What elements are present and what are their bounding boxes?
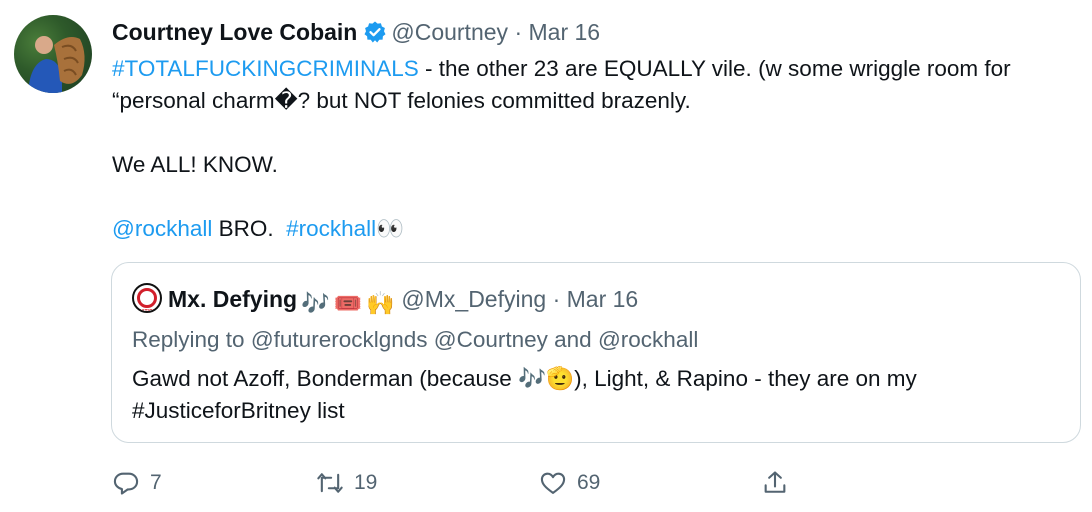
quoted-tweet-text: Gawd not Azoff, Bonderman (because 🎶🫡), … — [132, 363, 1062, 427]
quoted-date[interactable]: Mar 16 — [567, 286, 639, 312]
author-name[interactable]: Courtney Love Cobain — [112, 19, 357, 45]
quoted-text-part1: Gawd not Azoff, Bonderman (because — [132, 366, 519, 391]
quoted-tweet[interactable]: NATION Mx. Defying 🎶 🎟️ 🙌 @Mx_Defying · Mar … — [111, 262, 1081, 443]
dot-separator: · — [514, 19, 523, 45]
share-button[interactable] — [761, 466, 789, 500]
tweet-actions: 7 19 69 — [0, 466, 1092, 500]
replying-prefix: Replying to — [132, 327, 251, 352]
quoted-handle[interactable]: @Mx_Defying — [401, 286, 546, 312]
quoted-text-line2: #JusticeforBritney list — [132, 398, 345, 423]
author-handle[interactable]: @Courtney — [391, 19, 508, 45]
quoted-author-name[interactable]: Mx. Defying — [168, 286, 297, 312]
quoted-emojis: 🎶🫡 — [518, 366, 575, 391]
hashtag-link[interactable]: #rockhall — [286, 216, 376, 241]
tweet-date[interactable]: Mar 16 — [529, 19, 601, 45]
eyes-emoji: 👀 — [376, 216, 405, 241]
replying-and: and — [547, 327, 598, 352]
retweet-icon — [317, 473, 343, 493]
like-icon — [540, 472, 566, 494]
tweet-text-line2: “personal charm�? but NOT felonies commi… — [112, 88, 691, 113]
reply-button[interactable]: 7 — [112, 466, 162, 500]
tweet-text: #TOTALFUCKINGCRIMINALS - the other 23 ar… — [112, 53, 1087, 245]
user-avatar[interactable] — [14, 15, 92, 93]
like-button[interactable]: 69 — [539, 466, 600, 500]
share-icon — [764, 471, 786, 493]
quoted-text-part2: ), Light, & Rapino - they are on my — [574, 366, 917, 391]
reply-mention-3[interactable]: @rockhall — [598, 327, 698, 352]
raised-hands-emoji: 🙌 — [366, 290, 395, 316]
tweet-text-line3: We ALL! KNOW. — [112, 152, 278, 177]
reply-icon — [113, 472, 139, 495]
retweet-button[interactable]: 19 — [316, 466, 377, 500]
avatar-text: NATION — [137, 309, 157, 313]
like-count: 69 — [577, 471, 601, 494]
music-notes-emoji: 🎶 — [301, 290, 330, 316]
reply-count: 7 — [150, 471, 162, 494]
reply-mention-1[interactable]: @futurerocklgnds — [251, 327, 428, 352]
quoted-tweet-header: NATION Mx. Defying 🎶 🎟️ 🙌 @Mx_Defying · Mar … — [132, 283, 638, 319]
reply-mention-2[interactable]: @Courtney — [434, 327, 548, 352]
ticket-emoji: 🎟️ — [333, 290, 363, 316]
replying-to: Replying to @futurerocklgnds @Courtney a… — [132, 324, 698, 356]
tweet-text-line1: - the other 23 are EQUALLY vile. (w some… — [418, 56, 1011, 81]
mention-link[interactable]: @rockhall — [112, 216, 212, 241]
quoted-avatar[interactable]: NATION — [132, 283, 162, 313]
hashtag-link[interactable]: #TOTALFUCKINGCRIMINALS — [112, 56, 419, 81]
retweet-count: 19 — [354, 471, 378, 494]
tweet-header: Courtney Love Cobain @Courtney · Mar 16 — [112, 16, 600, 48]
verified-badge-icon — [363, 20, 387, 44]
tweet-text-line4: BRO. — [212, 216, 287, 241]
